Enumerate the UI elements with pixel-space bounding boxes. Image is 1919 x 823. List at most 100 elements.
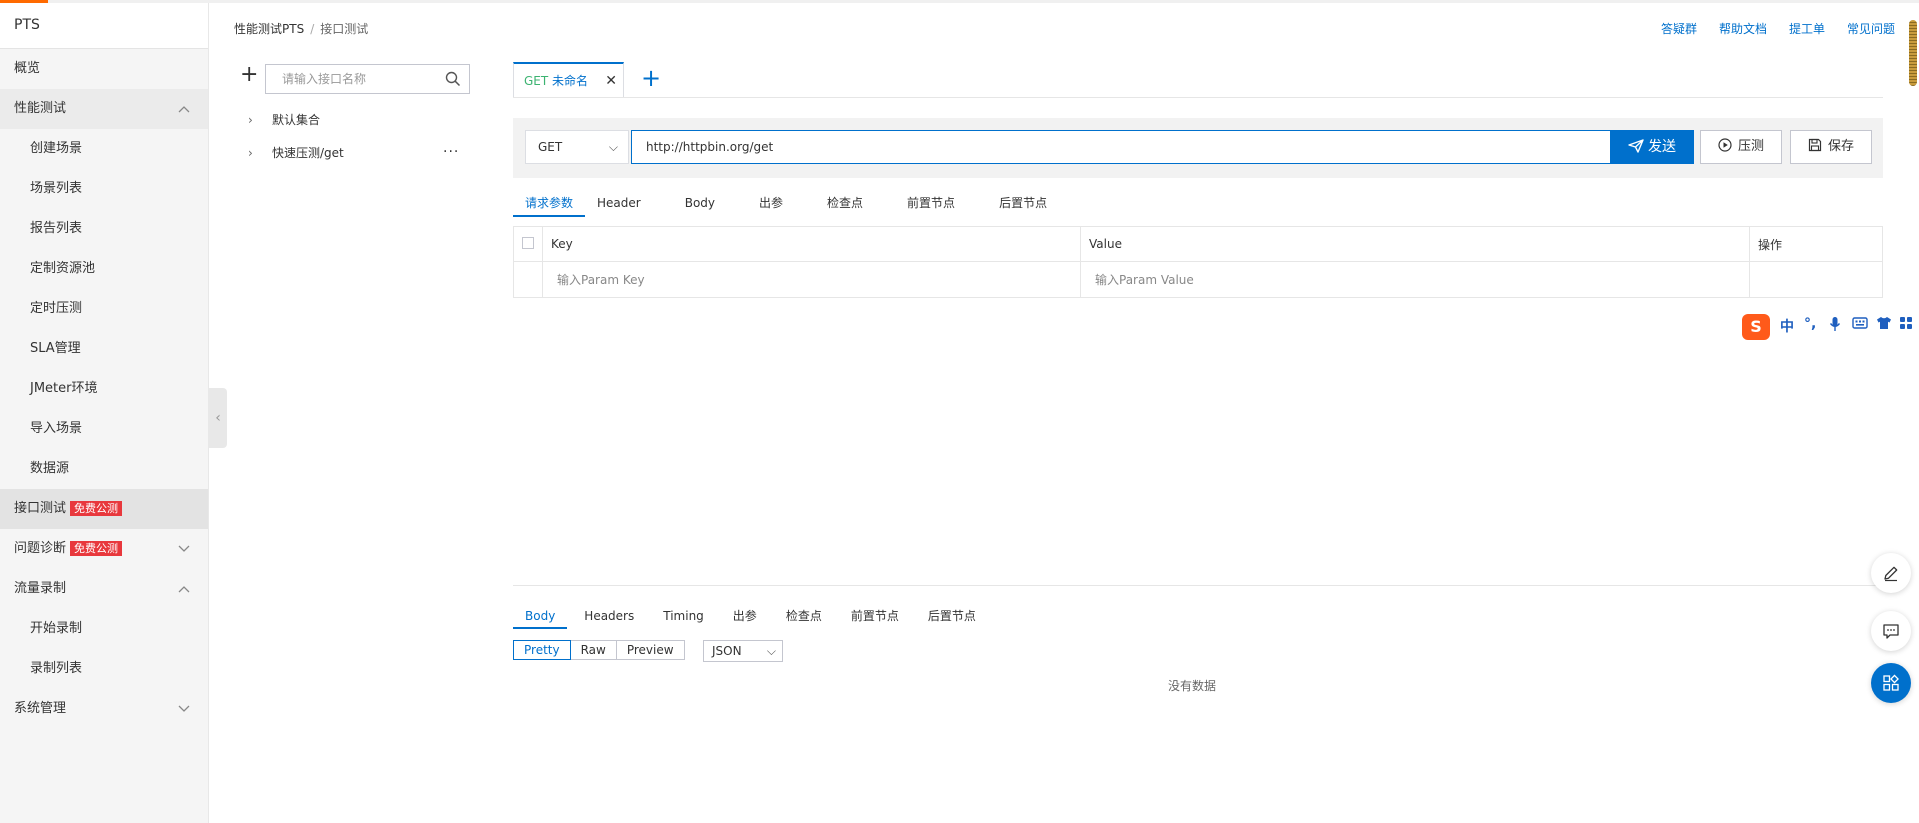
tab-response-output[interactable]: 出参	[721, 607, 769, 628]
link-faq[interactable]: 常见问题	[1847, 22, 1895, 36]
add-tab-button[interactable]: +	[641, 64, 661, 92]
tree-item-default[interactable]: › 默认集合	[248, 111, 320, 128]
tab-request-params[interactable]: 请求参数	[513, 194, 586, 217]
sidebar-item-label: JMeter环境	[30, 381, 98, 396]
edit-fab[interactable]	[1871, 553, 1911, 593]
feedback-fab[interactable]	[1871, 611, 1911, 651]
chevron-up-icon[interactable]	[178, 89, 190, 129]
sidebar-item-label: 接口测试	[14, 501, 67, 516]
ime-toolbar: S 中 °,	[1742, 312, 1919, 342]
breadcrumb-root[interactable]: 性能测试PTS	[234, 22, 304, 36]
row-actions-cell	[1749, 261, 1883, 298]
tab-output-params[interactable]: 出参	[747, 194, 795, 215]
tab-response-headers[interactable]: Headers	[572, 609, 646, 627]
top-line	[0, 0, 1919, 3]
beta-badge: 免费公测	[70, 541, 123, 556]
sidebar-item-label: 开始录制	[30, 621, 83, 636]
sidebar-item-scheduled-test[interactable]: 定时压测	[0, 289, 208, 329]
sidebar-item-resource-pool[interactable]: 定制资源池	[0, 249, 208, 289]
keyboard-icon[interactable]	[1852, 316, 1868, 334]
tab-post-nodes[interactable]: 后置节点	[987, 194, 1059, 215]
chevron-right-icon[interactable]: ›	[248, 113, 272, 127]
tab-body[interactable]: Body	[673, 196, 727, 214]
sidebar-item-label: 导入场景	[30, 421, 83, 436]
tab-response-pre-nodes[interactable]: 前置节点	[839, 607, 911, 628]
sidebar-item-traffic-record[interactable]: 流量录制	[0, 569, 208, 609]
sidebar-item-api-test[interactable]: 接口测试 免费公测	[0, 489, 208, 529]
send-label: 发送	[1648, 139, 1676, 155]
sidebar-item-report-list[interactable]: 报告列表	[0, 209, 208, 249]
sidebar-item-label: 流量录制	[14, 581, 67, 596]
sidebar-item-sla[interactable]: SLA管理	[0, 329, 208, 369]
shirt-icon[interactable]	[1876, 316, 1892, 334]
ime-punctuation[interactable]: °,	[1804, 316, 1816, 332]
collapse-sidebar-button[interactable]: ‹	[209, 388, 227, 448]
format-select[interactable]: JSON ⌵	[703, 640, 783, 662]
sidebar-item-system-admin[interactable]: 系统管理	[0, 689, 208, 729]
tab-unnamed[interactable]: GET 未命名 ✕	[513, 62, 624, 98]
column-key: Key	[542, 226, 1081, 262]
search-icon[interactable]	[445, 71, 461, 91]
sogou-logo-icon[interactable]: S	[1742, 314, 1770, 340]
tab-pre-nodes[interactable]: 前置节点	[895, 194, 967, 215]
tree-item-quick-get[interactable]: › 快速压测/get	[248, 144, 344, 161]
sidebar-item-perf-test[interactable]: 性能测试	[0, 89, 208, 129]
more-icon[interactable]: ···	[443, 144, 459, 160]
chevron-right-icon[interactable]: ›	[248, 146, 272, 160]
chevron-down-icon[interactable]	[178, 529, 190, 569]
tab-name: 未命名	[552, 74, 589, 88]
link-ticket[interactable]: 提工单	[1789, 22, 1825, 36]
sidebar-item-jmeter-env[interactable]: JMeter环境	[0, 369, 208, 409]
method-select[interactable]: GET ⌵	[525, 130, 629, 164]
sidebar-item-record-list[interactable]: 录制列表	[0, 649, 208, 689]
view-pretty[interactable]: Pretty	[513, 640, 571, 660]
param-key-input[interactable]: 输入Param Key	[542, 261, 1081, 298]
chevron-down-icon: ⌵	[766, 644, 776, 658]
sidebar-item-label: SLA管理	[30, 341, 81, 356]
param-value-input[interactable]: 输入Param Value	[1080, 261, 1750, 298]
url-input[interactable]: http://httpbin.org/get	[631, 130, 1613, 164]
sidebar-item-import-scene[interactable]: 导入场景	[0, 409, 208, 449]
apps-fab[interactable]	[1871, 663, 1911, 703]
send-button[interactable]: 发送	[1610, 130, 1694, 164]
sidebar-item-diagnosis[interactable]: 问题诊断 免费公测	[0, 529, 208, 569]
tab-checkpoints[interactable]: 检查点	[815, 194, 875, 215]
mic-icon[interactable]	[1829, 316, 1841, 336]
tab-header[interactable]: Header	[585, 196, 653, 214]
sidebar-item-overview[interactable]: 概览	[0, 49, 208, 89]
request-bar: GET ⌵ http://httpbin.org/get 发送 压测 保存	[513, 118, 1883, 178]
link-qa-group[interactable]: 答疑群	[1661, 22, 1697, 36]
params-table: Key Value 操作 输入Param Key 输入Param Value	[513, 226, 1883, 298]
sidebar-item-scene-list[interactable]: 场景列表	[0, 169, 208, 209]
tab-method: GET	[524, 74, 549, 88]
scrollbar-thumb[interactable]	[1909, 20, 1917, 86]
sidebar-item-label: 定时压测	[30, 301, 83, 316]
api-search-input[interactable]	[266, 65, 426, 93]
response-divider[interactable]	[513, 585, 1883, 586]
link-help-docs[interactable]: 帮助文档	[1719, 22, 1767, 36]
stress-test-button[interactable]: 压测	[1700, 130, 1782, 164]
tab-response-checkpoints[interactable]: 检查点	[774, 607, 834, 628]
sidebar-item-label: 系统管理	[14, 701, 67, 716]
ime-chinese-mode[interactable]: 中	[1780, 316, 1794, 336]
grid-icon[interactable]	[1899, 316, 1913, 334]
sidebar-menu: 概览 性能测试 创建场景 场景列表报告列表定制资源池定时压测 SLA管理 JMeter环境…	[0, 49, 208, 729]
add-api-button[interactable]: +	[240, 64, 258, 86]
chevron-up-icon[interactable]	[178, 569, 190, 609]
tab-response-body[interactable]: Body	[513, 609, 568, 629]
tab-response-post-nodes[interactable]: 后置节点	[916, 607, 988, 628]
chevron-down-icon[interactable]	[178, 689, 190, 729]
save-button[interactable]: 保存	[1790, 130, 1872, 164]
sidebar-item-label: 录制列表	[30, 661, 83, 676]
sidebar-item-start-record[interactable]: 开始录制	[0, 609, 208, 649]
row-select-cell	[513, 261, 543, 298]
sidebar-item-label: 报告列表	[30, 221, 83, 236]
sidebar-item-create-scene[interactable]: 创建场景	[0, 129, 208, 169]
sidebar-item-data-source[interactable]: 数据源	[0, 449, 208, 489]
tab-response-timing[interactable]: Timing	[651, 609, 716, 627]
tree-item-label: 默认集合	[272, 113, 321, 127]
view-raw[interactable]: Raw	[569, 640, 617, 660]
close-icon[interactable]: ✕	[605, 64, 617, 98]
select-all-checkbox[interactable]	[522, 236, 534, 249]
view-preview[interactable]: Preview	[615, 640, 685, 660]
